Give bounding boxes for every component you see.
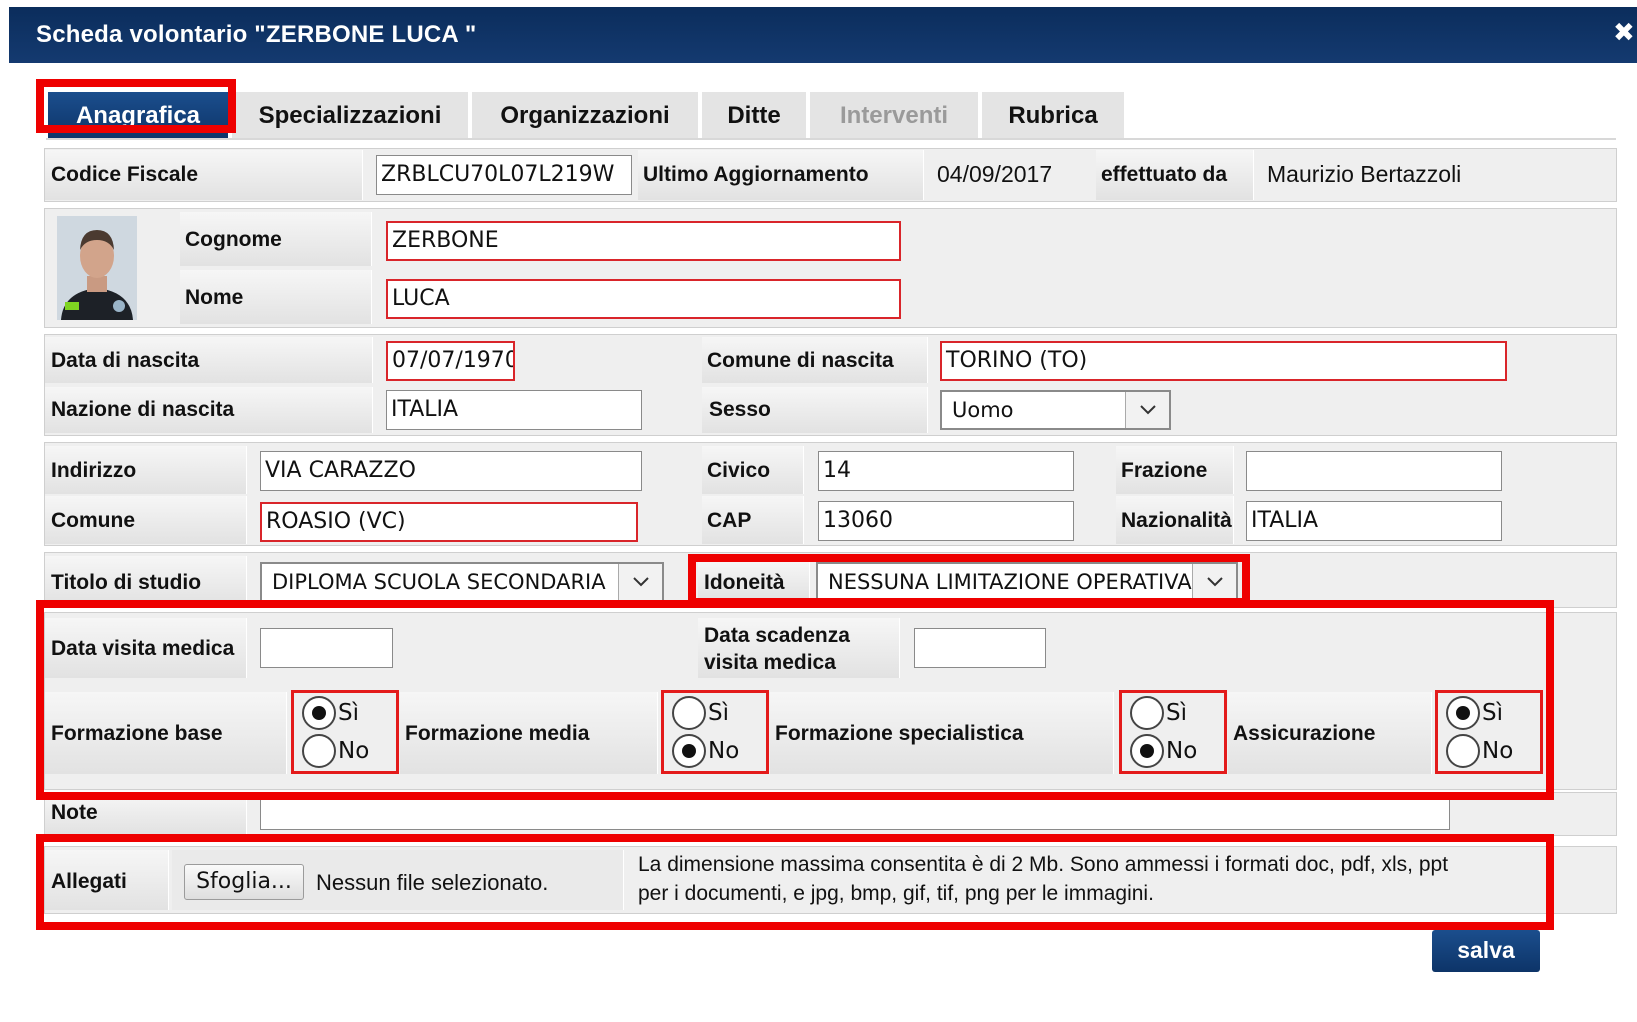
user-photo [57, 216, 137, 320]
allegati-info-line2: per i documenti, e jpg, bmp, gif, tif, p… [638, 882, 1154, 905]
frazione-label: Frazione [1121, 459, 1208, 482]
comune-nascita-label: Comune di nascita [707, 349, 894, 372]
ultimo-aggiornamento-value: 04/09/2017 [937, 161, 1053, 187]
civico-field[interactable]: 14 [818, 451, 1074, 491]
nazione-nascita-field[interactable]: ITALIA [386, 390, 642, 430]
nome-field[interactable]: LUCA [386, 279, 901, 319]
nazionalita-field[interactable]: ITALIA [1246, 501, 1502, 541]
tab-anagrafica[interactable]: Anagrafica [48, 92, 228, 140]
comune-nascita-field[interactable]: TORINO (TO) [940, 341, 1507, 381]
nome-label: Nome [185, 286, 244, 309]
tab-interventi: Interventi [810, 92, 978, 140]
formazione-media-si-radio[interactable]: Sì [672, 696, 772, 732]
tab-organizzazioni[interactable]: Organizzazioni [472, 92, 698, 140]
browse-button[interactable]: Sfoglia... [184, 864, 304, 900]
sesso-select[interactable]: Uomo [940, 390, 1171, 430]
titolo-studio-select[interactable]: DIPLOMA SCUOLA SECONDARIA [260, 562, 664, 602]
formazione-media-label: Formazione media [405, 722, 590, 745]
titolo-studio-selected-value: DIPLOMA SCUOLA SECONDARIA [272, 570, 606, 594]
tab-underline [46, 138, 1616, 140]
close-icon[interactable]: ✖ [1613, 17, 1635, 48]
formazione-media-no-radio[interactable]: No [672, 734, 772, 770]
effettuato-da-value: Maurizio Bertazzoli [1267, 161, 1462, 187]
chevron-down-icon[interactable] [618, 564, 662, 600]
formazione-specialistica-no-radio[interactable]: No [1130, 734, 1230, 770]
dialog-title: Scheda volontario "ZERBONE LUCA " [36, 21, 477, 48]
visita-medica-field[interactable] [260, 628, 393, 668]
scadenza-visita-label-line1: Data scadenza [704, 624, 850, 647]
data-nascita-field[interactable]: 07/07/1970 [386, 341, 515, 381]
codice-fiscale-label: Codice Fiscale [51, 163, 199, 186]
cap-field[interactable]: 13060 [818, 501, 1074, 541]
idoneita-select[interactable]: NESSUNA LIMITAZIONE OPERATIVA [816, 562, 1238, 602]
idoneita-label: Idoneità [704, 571, 785, 594]
formazione-specialistica-radio-group: Sì No [1120, 692, 1226, 774]
titolo-studio-label: Titolo di studio [51, 571, 202, 594]
cap-label: CAP [707, 509, 752, 532]
cognome-label: Cognome [185, 228, 282, 251]
effettuato-da-label: effettuato da [1101, 163, 1227, 186]
note-field[interactable] [260, 796, 1450, 830]
nazionalita-label: Nazionalità [1121, 509, 1232, 532]
note-label: Note [51, 801, 98, 824]
cognome-field[interactable]: ZERBONE [386, 221, 901, 261]
comune-label: Comune [51, 509, 135, 532]
scadenza-visita-label-line2: visita medica [704, 651, 836, 674]
formazione-specialistica-si-radio[interactable]: Sì [1130, 696, 1230, 732]
data-nascita-label: Data di nascita [51, 349, 200, 372]
assicurazione-si-radio[interactable]: Sì [1446, 696, 1546, 732]
save-button[interactable]: salva [1432, 930, 1540, 972]
volunteer-form-dialog: Scheda volontario "ZERBONE LUCA " ✖ Anag… [0, 0, 1637, 1022]
tab-rubrica[interactable]: Rubrica [982, 92, 1124, 140]
idoneita-selected-value: NESSUNA LIMITAZIONE OPERATIVA [828, 570, 1192, 594]
formazione-specialistica-label: Formazione specialistica [775, 722, 1024, 745]
frazione-field[interactable] [1246, 451, 1502, 491]
indirizzo-label: Indirizzo [51, 459, 137, 482]
formazione-base-label: Formazione base [51, 722, 223, 745]
dialog-titlebar: Scheda volontario "ZERBONE LUCA " ✖ [9, 7, 1637, 63]
scadenza-visita-field[interactable] [914, 628, 1046, 668]
assicurazione-radio-group: Sì No [1436, 692, 1542, 774]
formazione-base-radio-group: Sì No [292, 692, 398, 774]
assicurazione-no-radio[interactable]: No [1446, 734, 1546, 770]
comune-field[interactable]: ROASIO (VC) [260, 502, 638, 542]
tab-ditte[interactable]: Ditte [702, 92, 806, 140]
indirizzo-field[interactable]: VIA CARAZZO [260, 451, 642, 491]
tab-specializzazioni[interactable]: Specializzazioni [232, 92, 468, 140]
sesso-label: Sesso [709, 398, 771, 421]
sesso-selected-value: Uomo [952, 398, 1014, 422]
chevron-down-icon[interactable] [1192, 564, 1236, 600]
codice-fiscale-field[interactable]: ZRBLCU70L07L219W [376, 155, 632, 195]
civico-label: Civico [707, 459, 771, 482]
visita-medica-label: Data visita medica [51, 637, 235, 660]
formazione-media-radio-group: Sì No [662, 692, 768, 774]
nazione-nascita-label: Nazione di nascita [51, 398, 235, 421]
formazione-base-no-radio[interactable]: No [302, 734, 402, 770]
chevron-down-icon[interactable] [1125, 392, 1169, 428]
ultimo-aggiornamento-label: Ultimo Aggiornamento [643, 163, 869, 186]
file-status-text: Nessun file selezionato. [316, 870, 549, 895]
formazione-base-si-radio[interactable]: Sì [302, 696, 402, 732]
allegati-label: Allegati [51, 870, 127, 893]
assicurazione-label: Assicurazione [1233, 722, 1376, 745]
allegati-info-line1: La dimensione massima consentita è di 2 … [638, 853, 1449, 876]
